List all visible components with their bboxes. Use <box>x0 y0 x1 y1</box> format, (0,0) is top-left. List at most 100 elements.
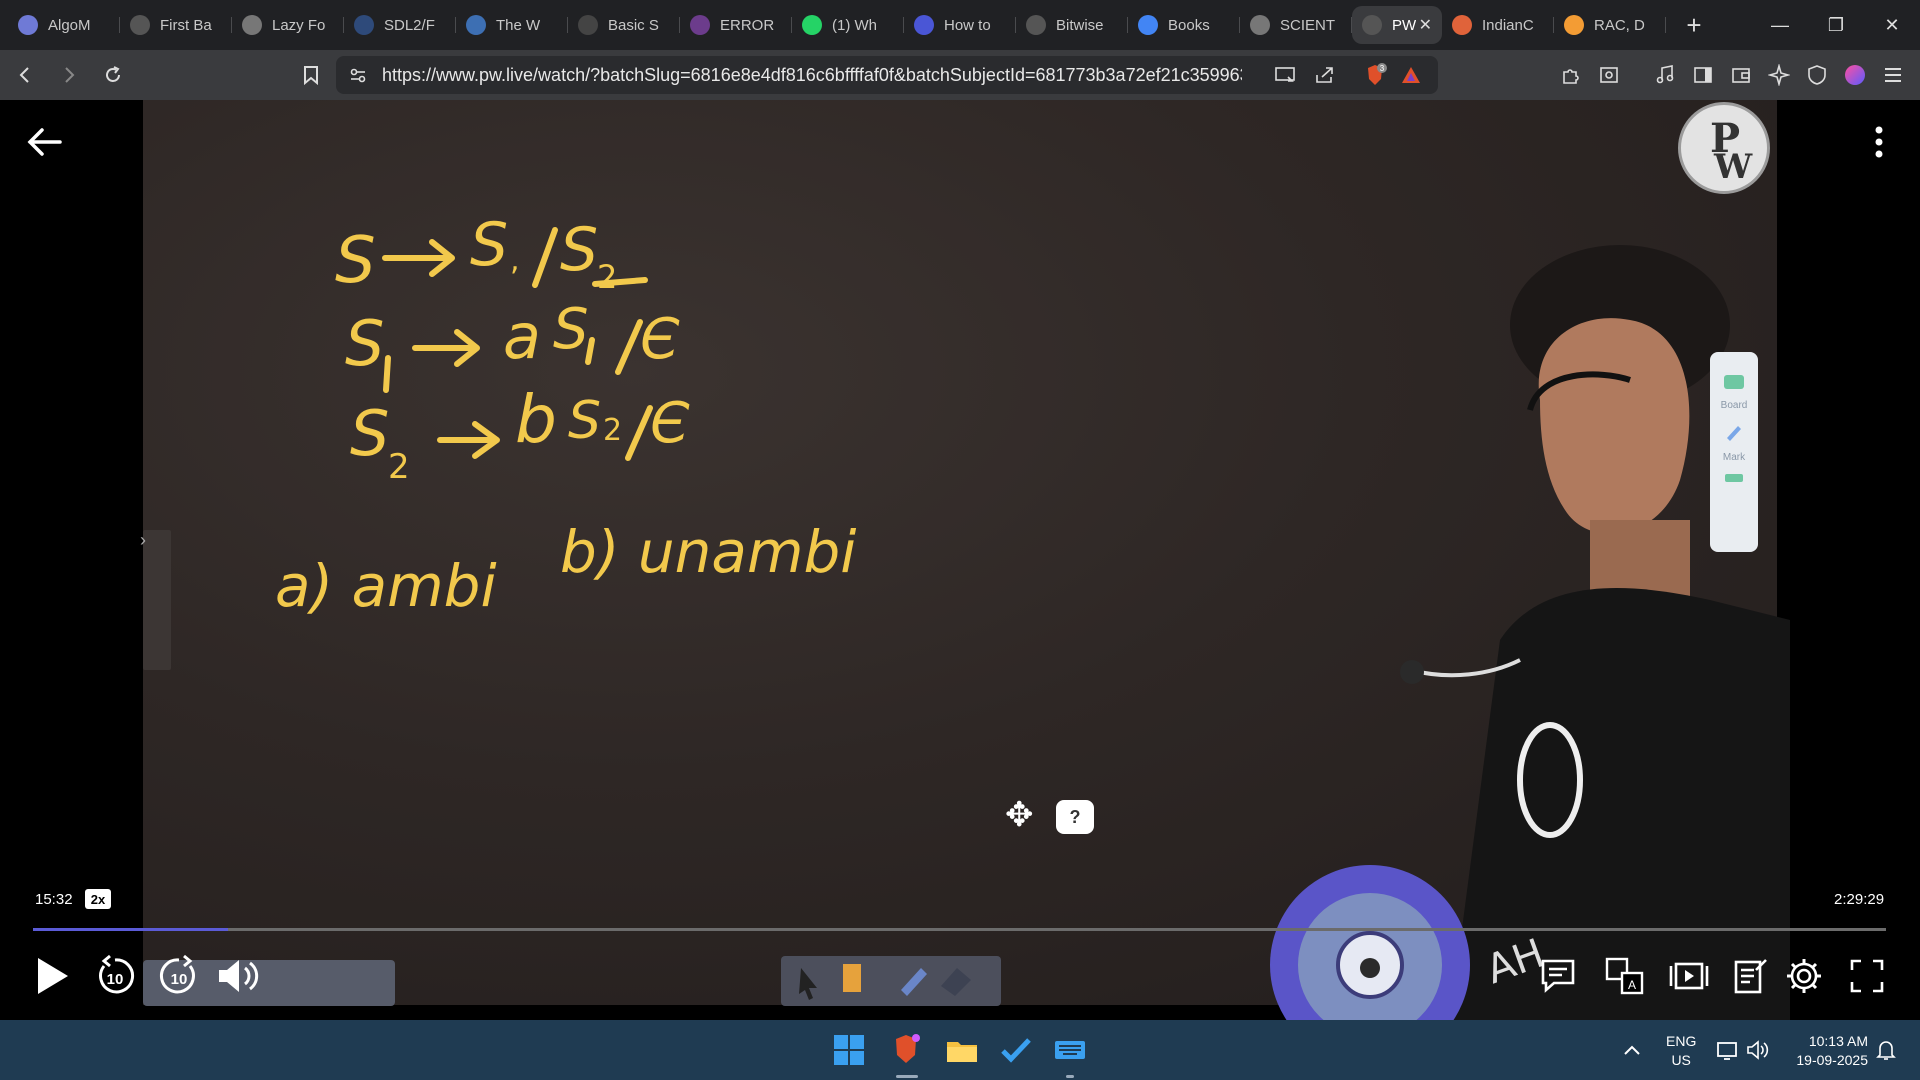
tab-strip: AlgoM First Ba Lazy Fo SDL2/F The W Basic S ER… <box>0 0 1666 50</box>
file-explorer-icon[interactable] <box>944 1032 980 1068</box>
leo-ai-icon[interactable] <box>1762 58 1796 92</box>
playlist-icon[interactable] <box>1668 952 1710 1000</box>
tab-label: Basic S <box>608 16 659 34</box>
speaker-icon[interactable] <box>1740 1032 1776 1068</box>
vpn-shield-icon[interactable] <box>1800 58 1834 92</box>
browser-tab[interactable]: SDL2/F <box>344 6 456 44</box>
notification-bell-icon[interactable] <box>1868 1032 1904 1068</box>
notes-icon[interactable] <box>1730 952 1770 1000</box>
playback-speed-badge[interactable]: 2x <box>85 889 111 909</box>
svg-text:,: , <box>510 243 520 278</box>
back-arrow-icon[interactable] <box>24 122 64 162</box>
close-window-icon[interactable]: ✕ <box>1864 0 1920 50</box>
panel-tool-icon[interactable] <box>1710 472 1758 487</box>
tab-label: First Ba <box>160 16 212 34</box>
svg-text:S: S <box>553 297 589 362</box>
browser-tab[interactable]: How to <box>904 6 1016 44</box>
svg-text:S: S <box>345 307 384 380</box>
cast-icon[interactable] <box>1274 65 1296 90</box>
forward-icon[interactable] <box>50 56 88 94</box>
indian-favicon-icon <box>1452 15 1472 35</box>
language-indicator[interactable]: ENG US <box>1666 1032 1696 1070</box>
show-hidden-icons-chevron[interactable] <box>1614 1032 1650 1068</box>
keyboard-region: US <box>1671 1052 1691 1068</box>
translate-icon[interactable]: A <box>1604 952 1646 1000</box>
brave-shields-icon[interactable]: 3 <box>1362 62 1388 93</box>
tab-label: PW <box>1392 16 1417 34</box>
browser-tab[interactable]: Bitwise <box>1016 6 1128 44</box>
chat-icon[interactable] <box>1538 952 1578 1000</box>
browser-toolbar: https://www.pw.live/watch/?batchSlug=681… <box>0 50 1920 100</box>
svg-text:2: 2 <box>603 413 622 448</box>
seek-bar[interactable] <box>33 928 1886 931</box>
mark-icon[interactable] <box>1710 422 1758 445</box>
svg-text:S: S <box>560 215 598 285</box>
close-tab-icon[interactable]: ✕ <box>1419 15 1432 35</box>
browser-tab[interactable]: AlgoM <box>8 6 120 44</box>
reader-mode-icon[interactable] <box>1592 58 1626 92</box>
browser-tab[interactable]: First Ba <box>120 6 232 44</box>
india-flag-favicon-icon <box>1564 15 1584 35</box>
more-options-icon[interactable] <box>1864 122 1894 162</box>
browser-tab[interactable]: (1) Wh <box>792 6 904 44</box>
reload-icon[interactable] <box>94 56 132 94</box>
browser-tab[interactable]: The W <box>456 6 568 44</box>
media-icon[interactable] <box>1648 58 1682 92</box>
share-icon[interactable] <box>1314 65 1336 90</box>
bookmark-icon[interactable] <box>292 56 330 94</box>
browser-tab[interactable]: Lazy Fo <box>232 6 344 44</box>
brave-taskbar-icon[interactable] <box>888 1032 924 1068</box>
new-tab-button[interactable]: + <box>1674 10 1714 41</box>
svg-text:S: S <box>350 397 389 470</box>
shields-count-badge: 3 <box>1380 64 1385 73</box>
browser-tab[interactable]: Books <box>1128 6 1240 44</box>
extensions-icon[interactable] <box>1554 58 1588 92</box>
back-icon[interactable] <box>6 56 44 94</box>
site-settings-icon[interactable] <box>348 65 368 90</box>
board-tool-panel[interactable]: Board Mark <box>1710 352 1758 552</box>
browser-menu-icon[interactable] <box>1876 58 1910 92</box>
code-favicon-icon <box>578 15 598 35</box>
system-clock[interactable]: 10:13 AM 19-09-2025 <box>1786 1032 1868 1070</box>
brave-rewards-icon[interactable] <box>1400 64 1422 91</box>
address-bar[interactable]: https://www.pw.live/watch/?batchSlug=681… <box>336 56 1438 94</box>
algomaster-favicon-icon <box>18 15 38 35</box>
mark-label: Mark <box>1722 452 1746 463</box>
tab-label: SDL2/F <box>384 16 435 34</box>
toolbar-actions <box>1554 50 1910 100</box>
settings-gear-icon[interactable] <box>1784 952 1824 1000</box>
svg-text:A: A <box>1628 978 1636 992</box>
board-icon[interactable] <box>1710 374 1758 393</box>
wallet-icon[interactable] <box>1724 58 1758 92</box>
keyboard-app-icon[interactable] <box>1052 1032 1088 1068</box>
forward-seconds-label: 10 <box>171 971 188 988</box>
browser-tab[interactable]: SCIENT <box>1240 6 1352 44</box>
rewind-10-button[interactable]: 10 <box>94 952 136 1000</box>
language-code: ENG <box>1666 1033 1697 1049</box>
played-bar <box>33 928 228 931</box>
doubt-help-icon[interactable]: ? <box>1056 800 1094 834</box>
fullscreen-icon[interactable] <box>1848 952 1886 1000</box>
sidebar-toggle-icon[interactable] <box>1686 58 1720 92</box>
url-text[interactable]: https://www.pw.live/watch/?batchSlug=681… <box>382 65 1242 86</box>
play-button[interactable] <box>32 952 72 1000</box>
restore-icon[interactable]: ❐ <box>1808 0 1864 50</box>
profile-avatar-icon[interactable] <box>1838 58 1872 92</box>
video-player[interactable]: › S S , S 2 S a S Є S 2 b S 2 Є a) ambi … <box>0 100 1920 1020</box>
todo-app-icon[interactable] <box>998 1032 1034 1068</box>
forward-10-button[interactable]: 10 <box>158 952 200 1000</box>
browser-tab[interactable]: Basic S <box>568 6 680 44</box>
browser-tab[interactable]: PW ✕ <box>1352 6 1442 44</box>
volume-icon[interactable] <box>215 952 265 1000</box>
browser-tab[interactable]: ERROR <box>680 6 792 44</box>
minimize-icon[interactable]: — <box>1752 0 1808 50</box>
svg-text:a: a <box>503 300 541 373</box>
whatsapp-favicon-icon <box>802 15 822 35</box>
globe-favicon-icon <box>242 15 262 35</box>
board-label: Board <box>1720 400 1748 411</box>
windows-start-icon[interactable] <box>831 1032 867 1068</box>
browser-tab[interactable]: RAC, D <box>1554 6 1666 44</box>
move-icon[interactable]: ✥ <box>1005 795 1034 835</box>
browser-tab[interactable]: IndianC <box>1442 6 1554 44</box>
bookmark-favicon-icon <box>914 15 934 35</box>
